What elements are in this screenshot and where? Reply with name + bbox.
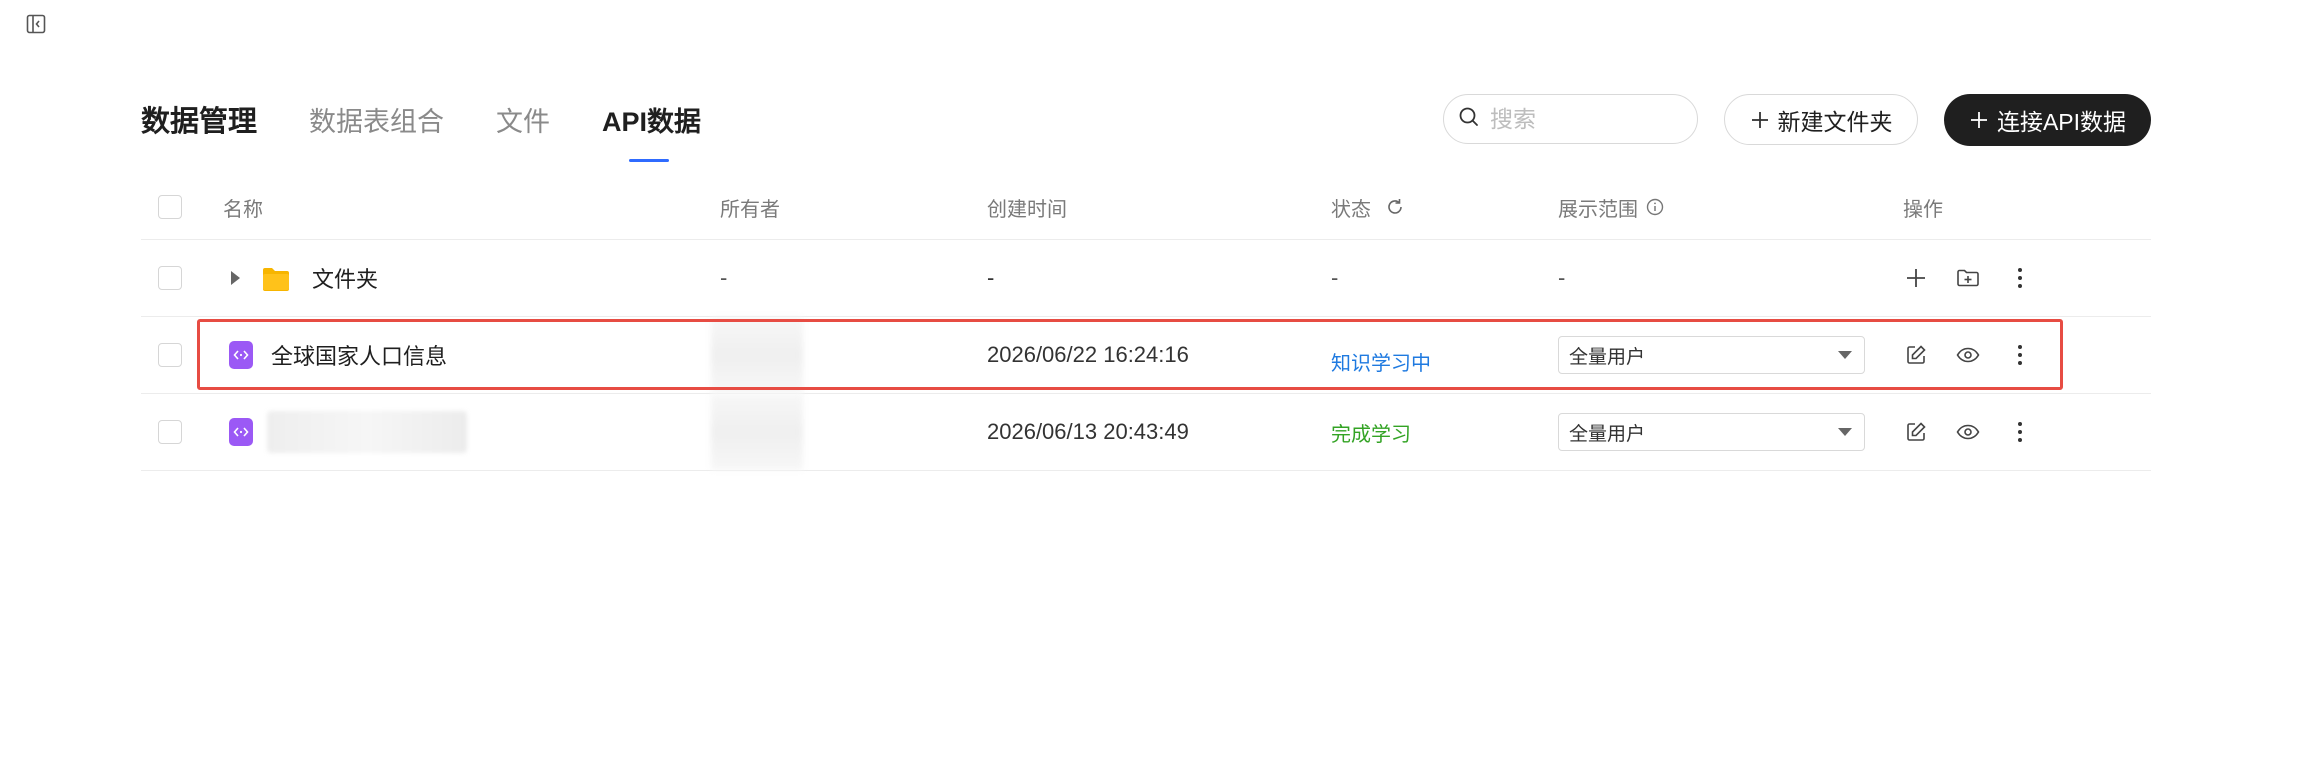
data-table: 名称 所有者 创建时间 状态 展示范围 操作 文件夹 - - - - 全球国家人… [141,175,2151,471]
table-row[interactable]: 文件夹 - - - - [141,240,2151,317]
column-header-actions: 操作 [1903,198,1943,221]
row-scope: - [1558,265,1566,290]
sidebar-toggle-icon[interactable] [25,13,47,35]
column-header-status-label: 状态 [1331,198,1371,221]
table-row[interactable]: 2026/06/13 20:43:49 完成学习 全量用户 [141,394,2151,471]
column-header-created: 创建时间 [987,198,1067,221]
info-icon[interactable] [1646,198,1664,216]
owner-blur [711,394,803,470]
tab-files[interactable]: 文件 [496,100,550,139]
row-created: 2026/06/22 16:24:16 [987,342,1189,367]
new-folder-button[interactable]: 新建文件夹 [1724,94,1918,145]
eye-icon[interactable] [1955,342,1981,368]
eye-icon[interactable] [1955,419,1981,445]
scope-select-value: 全量用户 [1569,423,1646,445]
owner-blur [711,317,803,393]
chevron-down-icon [1838,428,1852,436]
api-icon [229,341,253,369]
row-name-blur[interactable] [267,411,467,453]
plus-icon [1970,112,1987,128]
table-header: 名称 所有者 创建时间 状态 展示范围 操作 [141,175,2151,240]
tab-table-combination[interactable]: 数据表组合 [309,100,444,139]
plus-icon [1751,111,1768,128]
column-header-name: 名称 [223,198,263,221]
table-row[interactable]: 全球国家人口信息 2026/06/22 16:24:16 知识学习中 全量用户 [141,317,2151,394]
row-created: 2026/06/13 20:43:49 [987,419,1189,444]
row-checkbox[interactable] [158,266,182,290]
edit-icon[interactable] [1903,342,1929,368]
add-subfolder-icon[interactable] [1955,265,1981,291]
column-header-scope: 展示范围 [1558,175,1664,239]
row-status: 知识学习中 [1331,352,1431,375]
folder-icon [262,266,290,291]
connect-api-button[interactable]: 连接API数据 [1944,94,2151,146]
row-owner [711,317,803,393]
page-title: 数据管理 [141,106,258,138]
row-checkbox[interactable] [158,420,182,444]
search-input[interactable] [1488,104,1672,134]
column-header-owner: 所有者 [720,198,780,221]
row-name[interactable]: 全球国家人口信息 [271,339,447,371]
search-box[interactable] [1443,94,1698,144]
row-owner [711,394,803,470]
more-icon[interactable] [2007,342,2033,368]
row-created: - [987,265,995,290]
select-all-checkbox[interactable] [158,195,182,219]
row-checkbox[interactable] [158,343,182,367]
column-header-scope-label: 展示范围 [1558,198,1638,221]
scope-select-value: 全量用户 [1569,346,1646,368]
new-folder-label: 新建文件夹 [1777,108,1893,135]
tab-api-data[interactable]: API数据 [602,100,701,162]
edit-icon[interactable] [1903,419,1929,445]
header-tabs: 数据管理 数据表组合 文件 API数据 [141,98,753,162]
search-icon [1458,106,1480,133]
row-status: - [1331,265,1339,290]
column-header-status: 状态 [1331,175,1405,239]
row-name[interactable]: 文件夹 [312,262,378,294]
row-status: 完成学习 [1331,423,1411,446]
scope-select[interactable]: 全量用户 [1558,413,1865,451]
more-icon[interactable] [2007,419,2033,445]
connect-api-label: 连接API数据 [1996,109,2127,135]
scope-select[interactable]: 全量用户 [1558,336,1865,374]
api-icon [229,418,253,446]
refresh-icon[interactable] [1385,197,1405,217]
row-owner: - [720,265,728,290]
add-icon[interactable] [1903,265,1929,291]
more-icon[interactable] [2007,265,2033,291]
expand-arrow-icon[interactable] [231,271,240,285]
chevron-down-icon [1838,351,1852,359]
